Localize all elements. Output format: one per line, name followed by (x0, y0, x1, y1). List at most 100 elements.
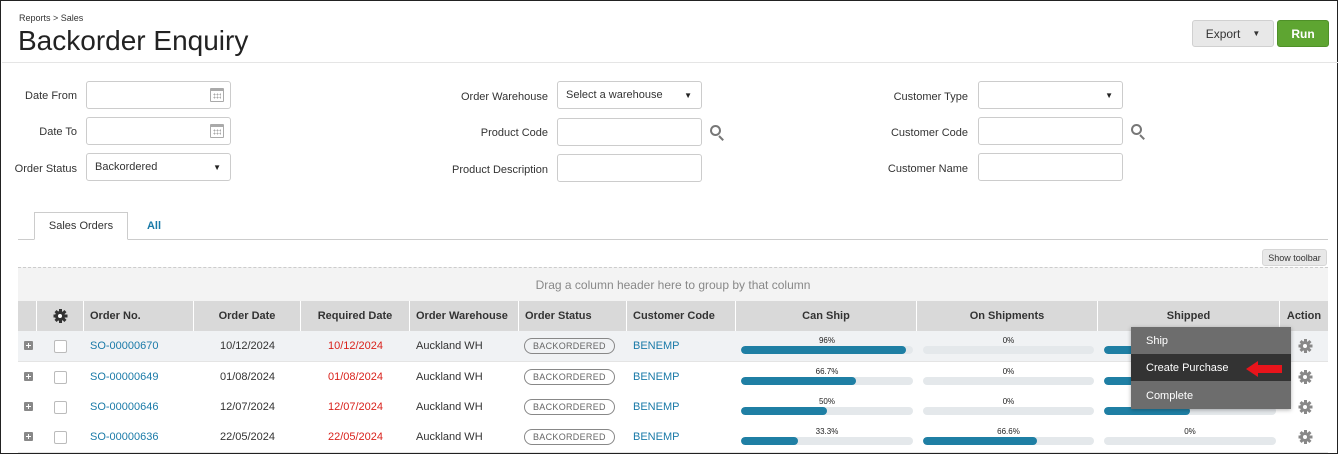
order-no-link[interactable]: SO-00000670 (90, 331, 159, 361)
gear-icon[interactable] (1298, 339, 1312, 353)
status-badge: BACKORDERED (524, 369, 615, 385)
product-description-label: Product Description (452, 164, 548, 176)
can-ship-progress-fill (741, 437, 799, 445)
shipped-progress-track (1104, 437, 1276, 445)
on-shipments-progress: 0% (923, 362, 1094, 392)
status-badge: BACKORDERED (524, 399, 615, 415)
required-date: 01/08/2024 (327, 371, 384, 383)
customer-code-input[interactable] (978, 117, 1123, 145)
gear-icon[interactable] (53, 309, 67, 323)
on-shipments-progress: 0% (923, 331, 1094, 361)
can-ship-progress-track (741, 407, 913, 415)
expand-header (18, 301, 37, 331)
row-checkbox[interactable] (54, 340, 67, 353)
red-arrow-annotation (1246, 361, 1282, 377)
gear-icon[interactable] (1298, 400, 1312, 414)
on-shipments-progress-track (923, 346, 1094, 354)
product-code-label: Product Code (480, 127, 548, 139)
gear-icon[interactable] (1298, 430, 1312, 444)
order-warehouse-select[interactable]: Select a warehouse ▼ (557, 81, 702, 109)
shipped-progress: 0% (1104, 422, 1276, 452)
page-title: Backorder Enquiry (18, 25, 249, 56)
can-ship-progress-fill (741, 346, 907, 354)
column-settings[interactable] (37, 301, 84, 331)
order-no-link[interactable]: SO-00000649 (90, 362, 159, 392)
order-status-select[interactable]: Backordered ▼ (86, 153, 231, 181)
customer-code-link[interactable]: BENEMP (633, 331, 679, 361)
expand-icon[interactable] (24, 341, 33, 350)
calendar-icon[interactable] (210, 88, 224, 102)
menu-item-ship[interactable]: Ship (1131, 327, 1291, 354)
on-shipments-progress-label: 0% (1002, 397, 1015, 406)
column-header[interactable]: Required Date (301, 301, 410, 331)
order-no-link[interactable]: SO-00000636 (90, 422, 159, 452)
customer-type-label: Customer Type (893, 91, 968, 103)
order-warehouse-value: Select a warehouse (566, 89, 663, 101)
export-button[interactable]: Export ▼ (1192, 20, 1274, 47)
caret-down-icon: ▼ (1252, 29, 1261, 38)
order-warehouse-label: Order Warehouse (460, 91, 548, 103)
table-row[interactable]: SO-00000636 22/05/2024 22/05/2024 Auckland … (18, 422, 1328, 453)
row-checkbox[interactable] (54, 371, 67, 384)
customer-code-link[interactable]: BENEMP (633, 392, 679, 422)
caret-down-icon: ▼ (213, 163, 221, 172)
run-button[interactable]: Run (1277, 20, 1329, 47)
menu-item-complete[interactable]: Complete (1131, 382, 1291, 409)
group-drop-area[interactable]: Drag a column header here to group by th… (18, 267, 1328, 301)
on-shipments-progress-fill (923, 437, 1037, 445)
product-description-input[interactable] (557, 154, 702, 182)
customer-code-link[interactable]: BENEMP (633, 422, 679, 452)
expand-icon[interactable] (24, 402, 33, 411)
customer-code-link[interactable]: BENEMP (633, 362, 679, 392)
product-code-input[interactable] (557, 118, 702, 146)
column-header[interactable]: Order Status (519, 301, 627, 331)
date-from-input[interactable] (86, 81, 231, 109)
order-warehouse: Auckland WH (416, 340, 483, 352)
row-checkbox[interactable] (54, 431, 67, 444)
column-header[interactable]: Can Ship (736, 301, 917, 331)
tab-divider (18, 239, 1328, 240)
on-shipments-progress-label: 0% (1002, 367, 1015, 376)
column-header[interactable]: Order No. (84, 301, 194, 331)
column-header[interactable]: Customer Code (627, 301, 736, 331)
can-ship-progress-fill (741, 377, 856, 385)
order-warehouse: Auckland WH (416, 431, 483, 443)
caret-down-icon: ▼ (684, 91, 692, 100)
order-date: 12/07/2024 (219, 401, 276, 413)
customer-code-label: Customer Code (890, 127, 968, 139)
search-icon[interactable] (710, 125, 726, 141)
calendar-icon[interactable] (210, 124, 224, 138)
tab-all[interactable]: All (134, 212, 174, 240)
expand-icon[interactable] (24, 432, 33, 441)
can-ship-progress-label: 96% (818, 336, 835, 345)
breadcrumb[interactable]: Reports > Sales (19, 13, 83, 23)
customer-name-input[interactable] (978, 153, 1123, 181)
can-ship-progress-label: 66.7% (815, 367, 839, 376)
on-shipments-progress: 66.6% (923, 422, 1094, 452)
status-cell: BACKORDERED (524, 362, 615, 392)
expand-icon[interactable] (24, 372, 33, 381)
header-divider (2, 62, 1338, 63)
order-no-link[interactable]: SO-00000646 (90, 392, 159, 422)
status-cell: BACKORDERED (524, 392, 615, 422)
order-warehouse: Auckland WH (416, 401, 483, 413)
can-ship-progress: 50% (741, 392, 913, 422)
column-header[interactable]: On Shipments (917, 301, 1098, 331)
status-cell: BACKORDERED (524, 422, 615, 452)
date-to-input[interactable] (86, 117, 231, 145)
can-ship-progress: 66.7% (741, 362, 913, 392)
column-header[interactable]: Order Date (194, 301, 301, 331)
date-from-label: Date From (25, 90, 77, 102)
customer-type-select[interactable]: ▼ (978, 81, 1123, 109)
row-checkbox[interactable] (54, 401, 67, 414)
show-toolbar-button[interactable]: Show toolbar (1262, 249, 1327, 266)
tab-sales-orders[interactable]: Sales Orders (34, 212, 128, 240)
can-ship-progress-fill (741, 407, 827, 415)
on-shipments-progress-track (923, 437, 1094, 445)
order-status-label: Order Status (14, 163, 77, 175)
search-icon[interactable] (1131, 124, 1147, 140)
column-header[interactable]: Order Warehouse (410, 301, 519, 331)
gear-icon[interactable] (1298, 370, 1312, 384)
can-ship-progress-track (741, 346, 913, 354)
required-date: 10/12/2024 (327, 340, 384, 352)
